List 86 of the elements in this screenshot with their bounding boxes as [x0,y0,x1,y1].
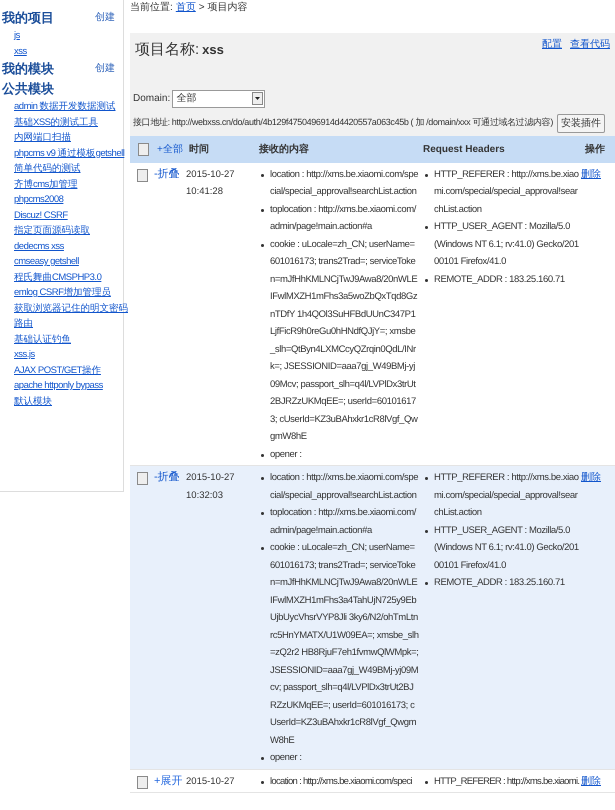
sidebar-link[interactable]: 简单代码的测试 [14,161,80,176]
bullet-icon [261,244,264,246]
section-title: 我的项目 [2,9,54,27]
sidebar-link[interactable]: cmseasy getshell [14,254,79,270]
expand-link[interactable]: +展开 [154,772,186,790]
bullet-icon [425,174,428,176]
header-item: HTTP_USER_AGENT : Mozilla/5.0 (Windows NT 6.1; rv:41.0) Gecko/20100101 Firefox/41.0 [434,220,580,269]
bullet-icon [425,780,428,784]
collapse-link[interactable]: -折叠 [154,469,186,486]
breadcrumb-current: > 项目内容 [198,0,248,14]
bullet-icon [425,278,428,282]
checkbox[interactable] [136,472,148,485]
project-label: 项目名称: [135,40,200,60]
create-link[interactable]: 创建 [95,8,115,28]
sidebar-link[interactable]: phpcms2008 [14,192,64,208]
column-header: 操作 [585,142,605,156]
bullet-icon [261,174,264,176]
sidebar-link[interactable]: apache httponly bypass [14,378,103,394]
bullet-icon [261,477,264,480]
domain-select[interactable]: 全部 [172,90,266,108]
bullet-icon [425,477,428,480]
date-text: 2015-10-27 [186,774,236,788]
bullet-icon [261,547,264,550]
column-header: 接收的内容 [259,142,310,156]
bullet-icon [261,780,264,784]
header-item: HTTP_REFERER : http://xms.be.xiaomi.com/special/special_approval!searchList.action [434,168,580,216]
column-header: Request Headers [423,142,506,156]
content-item: location : http://xms.be.xiaomi.com/speci [270,774,412,788]
delete-link[interactable]: 删除 [581,469,601,486]
date-text: 2015-10-27 [186,168,236,182]
sidebar-link[interactable]: 齐博cms加管理 [14,176,78,192]
domain-label: Domain: [133,92,170,106]
sidebar-link[interactable]: 程氏舞曲CMSPHP3.0 [14,270,102,285]
api-note: ( 加 /domain/xxx 可通过域名过滤内容) [410,116,553,130]
delete-link[interactable]: 删除 [581,772,601,790]
breadcrumb-label: 当前位置: [130,0,173,14]
checkbox[interactable] [138,142,149,156]
content-item: opener : [270,751,302,765]
project-name: xss [202,41,224,59]
sidebar-link[interactable]: 基础XSS的测试工具 [14,114,98,130]
checkbox[interactable] [136,168,148,182]
bullet-icon [261,454,264,456]
sidebar-link[interactable]: admin 数据开发数据测试 [14,99,116,114]
header-item: HTTP_USER_AGENT : Mozilla/5.0 (Windows NT 6.1; rv:41.0) Gecko/20100101 Firefox/41.0 [434,524,580,572]
sidebar-link[interactable]: Discuz! CSRF [14,208,68,223]
header-item: REMOTE_ADDR : 183.25.160.71 [434,272,565,286]
sidebar-link[interactable]: emlog CSRF增加管理员 [14,285,111,300]
bullet-icon [425,582,428,585]
install-plugin-button[interactable]: 安装插件 [556,114,605,132]
sidebar-link[interactable]: 指定页面源码读取 [14,223,90,238]
sidebar-link[interactable]: xss.js [14,347,35,362]
time-text: 10:32:03 [186,488,224,502]
section-title: 公共模块 [2,80,54,98]
sidebar-link[interactable]: 获取浏览器记住的明文密码 [14,300,128,316]
header-item: HTTP_REFERER : http://xms.be.xiaomi. [434,774,580,788]
delete-link[interactable]: 删除 [581,166,601,183]
collapse-link[interactable]: -折叠 [154,166,186,183]
sidebar-link[interactable]: AJAX POST/GET操作 [14,362,101,378]
sidebar-link[interactable]: 基础认证钓鱼 [14,332,71,347]
api-label: 接口地址: [133,116,170,130]
header-item: HTTP_REFERER : http://xms.be.xiaomi.com/special/special_approval!searchList.action [434,471,580,520]
bullet-icon [261,512,264,515]
checkbox[interactable] [136,776,148,788]
sidebar-link[interactable]: 内网端口扫描 [14,130,71,146]
sidebar-link[interactable]: phpcms v9 通过模板getshell [14,146,124,161]
bullet-icon [261,757,264,760]
bullet-icon [425,226,428,229]
date-text: 2015-10-27 [186,471,236,485]
time-text: 10:41:28 [186,185,224,199]
sidebar-link[interactable]: 默认模块 [14,394,52,409]
api-url: http://webxss.cn/do/auth/4b129f4750496914d4420557a063c45b [172,116,409,130]
content-item: opener : [270,448,302,462]
column-header: 时间 [189,142,210,156]
sidebar-link[interactable]: dedecms xss [14,238,64,254]
sidebar-link[interactable]: 路由 [14,316,33,332]
project-link[interactable]: 查看代码 [570,37,610,52]
sidebar-link[interactable]: js [14,28,20,44]
sidebar-link[interactable]: xss [14,44,27,59]
bullet-icon [425,530,428,532]
header-item: REMOTE_ADDR : 183.25.160.71 [434,576,565,590]
expand-all-link[interactable]: +全部 [157,142,189,156]
project-link[interactable]: 配置 [542,37,562,52]
bullet-icon [261,208,264,212]
create-link[interactable]: 创建 [95,59,115,79]
home-link[interactable]: 首页 [176,0,196,14]
section-title: 我的模块 [2,60,54,78]
